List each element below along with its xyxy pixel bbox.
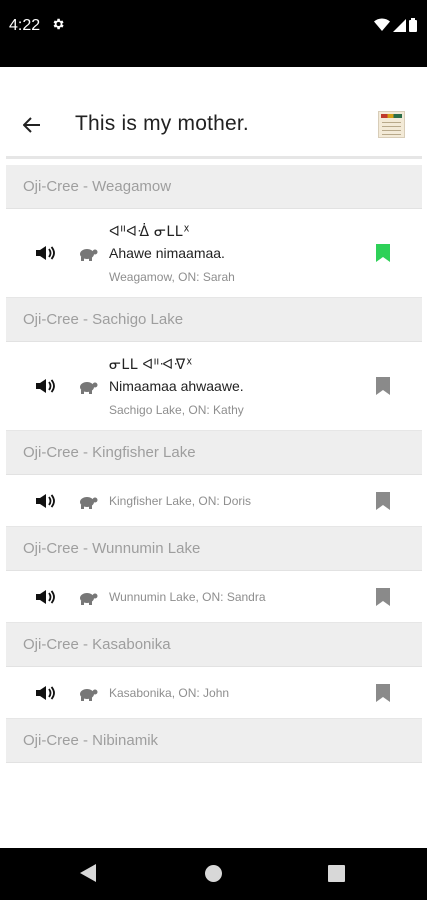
status-icons bbox=[374, 18, 417, 32]
speaker-meta: Kingfisher Lake, ON: Doris bbox=[109, 494, 252, 508]
nav-back-icon[interactable] bbox=[80, 864, 96, 882]
bookmark-icon[interactable] bbox=[376, 244, 390, 262]
list-item: Wunnumin Lake, ON: Sandra bbox=[6, 571, 422, 623]
list-item: Kingfisher Lake, ON: Doris bbox=[6, 475, 422, 527]
list-item: ᐊᐦᐊᐐ ᓂᒪᒪᕽ Ahawe nimaamaa. Weagamow, ON: … bbox=[6, 209, 422, 298]
speaker-icon[interactable] bbox=[34, 684, 56, 702]
turtle-slow-icon[interactable] bbox=[78, 244, 98, 262]
section-header: Oji-Cree - Wunnumin Lake bbox=[6, 527, 422, 571]
section-header: Oji-Cree - Kasabonika bbox=[6, 623, 422, 667]
signal-icon bbox=[393, 18, 406, 32]
bookmark-icon[interactable] bbox=[376, 492, 390, 510]
phrase-text: Ahawe nimaamaa. bbox=[109, 245, 225, 261]
thumbnail-line bbox=[382, 130, 401, 131]
battery-icon bbox=[409, 18, 417, 32]
dialect-list: Oji-Cree - Weagamow ᐊᐦᐊᐐ ᓂᒪᒪᕽ Ahawe nima… bbox=[6, 165, 422, 763]
speaker-meta: Sachigo Lake, ON: Kathy bbox=[109, 403, 244, 417]
thumbnail-line bbox=[382, 122, 401, 123]
speaker-meta: Weagamow, ON: Sarah bbox=[109, 270, 235, 284]
bookmark-icon[interactable] bbox=[376, 588, 390, 606]
nav-home-icon[interactable] bbox=[205, 865, 222, 882]
syllabics-text: ᓂᒪᒪ ᐊᐦᐗᐌᕽ bbox=[109, 356, 194, 372]
status-time: 4:22 bbox=[9, 17, 41, 34]
turtle-slow-icon[interactable] bbox=[78, 588, 98, 606]
bookmark-icon[interactable] bbox=[376, 377, 390, 395]
turtle-slow-icon[interactable] bbox=[78, 492, 98, 510]
bookmark-icon[interactable] bbox=[376, 684, 390, 702]
list-item: Kasabonika, ON: John bbox=[6, 667, 422, 719]
turtle-slow-icon[interactable] bbox=[78, 684, 98, 702]
status-bar: 4:22 bbox=[0, 0, 427, 67]
section-header: Oji-Cree - Nibinamik bbox=[6, 719, 422, 763]
speaker-icon[interactable] bbox=[34, 492, 56, 510]
turtle-slow-icon[interactable] bbox=[78, 377, 98, 395]
thumbnail-line bbox=[382, 126, 401, 127]
thumbnail-line bbox=[382, 134, 401, 135]
back-button[interactable] bbox=[18, 113, 46, 137]
thumbnail-band bbox=[381, 114, 402, 118]
section-header: Oji-Cree - Kingfisher Lake bbox=[6, 431, 422, 475]
speaker-icon[interactable] bbox=[34, 377, 56, 395]
section-header: Oji-Cree - Weagamow bbox=[6, 165, 422, 209]
app-bar: This is my mother. bbox=[0, 67, 427, 157]
syllabics-text: ᐊᐦᐊᐐ ᓂᒪᒪᕽ bbox=[109, 223, 191, 239]
speaker-icon[interactable] bbox=[34, 244, 56, 262]
lesson-thumbnail[interactable] bbox=[378, 111, 405, 138]
list-item: ᓂᒪᒪ ᐊᐦᐗᐌᕽ Nimaamaa ahwaawe. Sachigo Lake… bbox=[6, 342, 422, 431]
section-header: Oji-Cree - Sachigo Lake bbox=[6, 298, 422, 342]
wifi-icon bbox=[374, 18, 390, 31]
speaker-meta: Wunnumin Lake, ON: Sandra bbox=[109, 590, 266, 604]
app-bar-divider bbox=[6, 156, 422, 159]
phrase-text: Nimaamaa ahwaawe. bbox=[109, 378, 244, 394]
nav-recents-icon[interactable] bbox=[328, 865, 345, 882]
settings-gear-icon bbox=[53, 18, 64, 30]
speaker-meta: Kasabonika, ON: John bbox=[109, 686, 230, 700]
system-nav-bar bbox=[0, 848, 427, 900]
arrow-back-icon bbox=[23, 117, 40, 133]
speaker-icon[interactable] bbox=[34, 588, 56, 606]
page-title: This is my mother. bbox=[75, 112, 249, 135]
